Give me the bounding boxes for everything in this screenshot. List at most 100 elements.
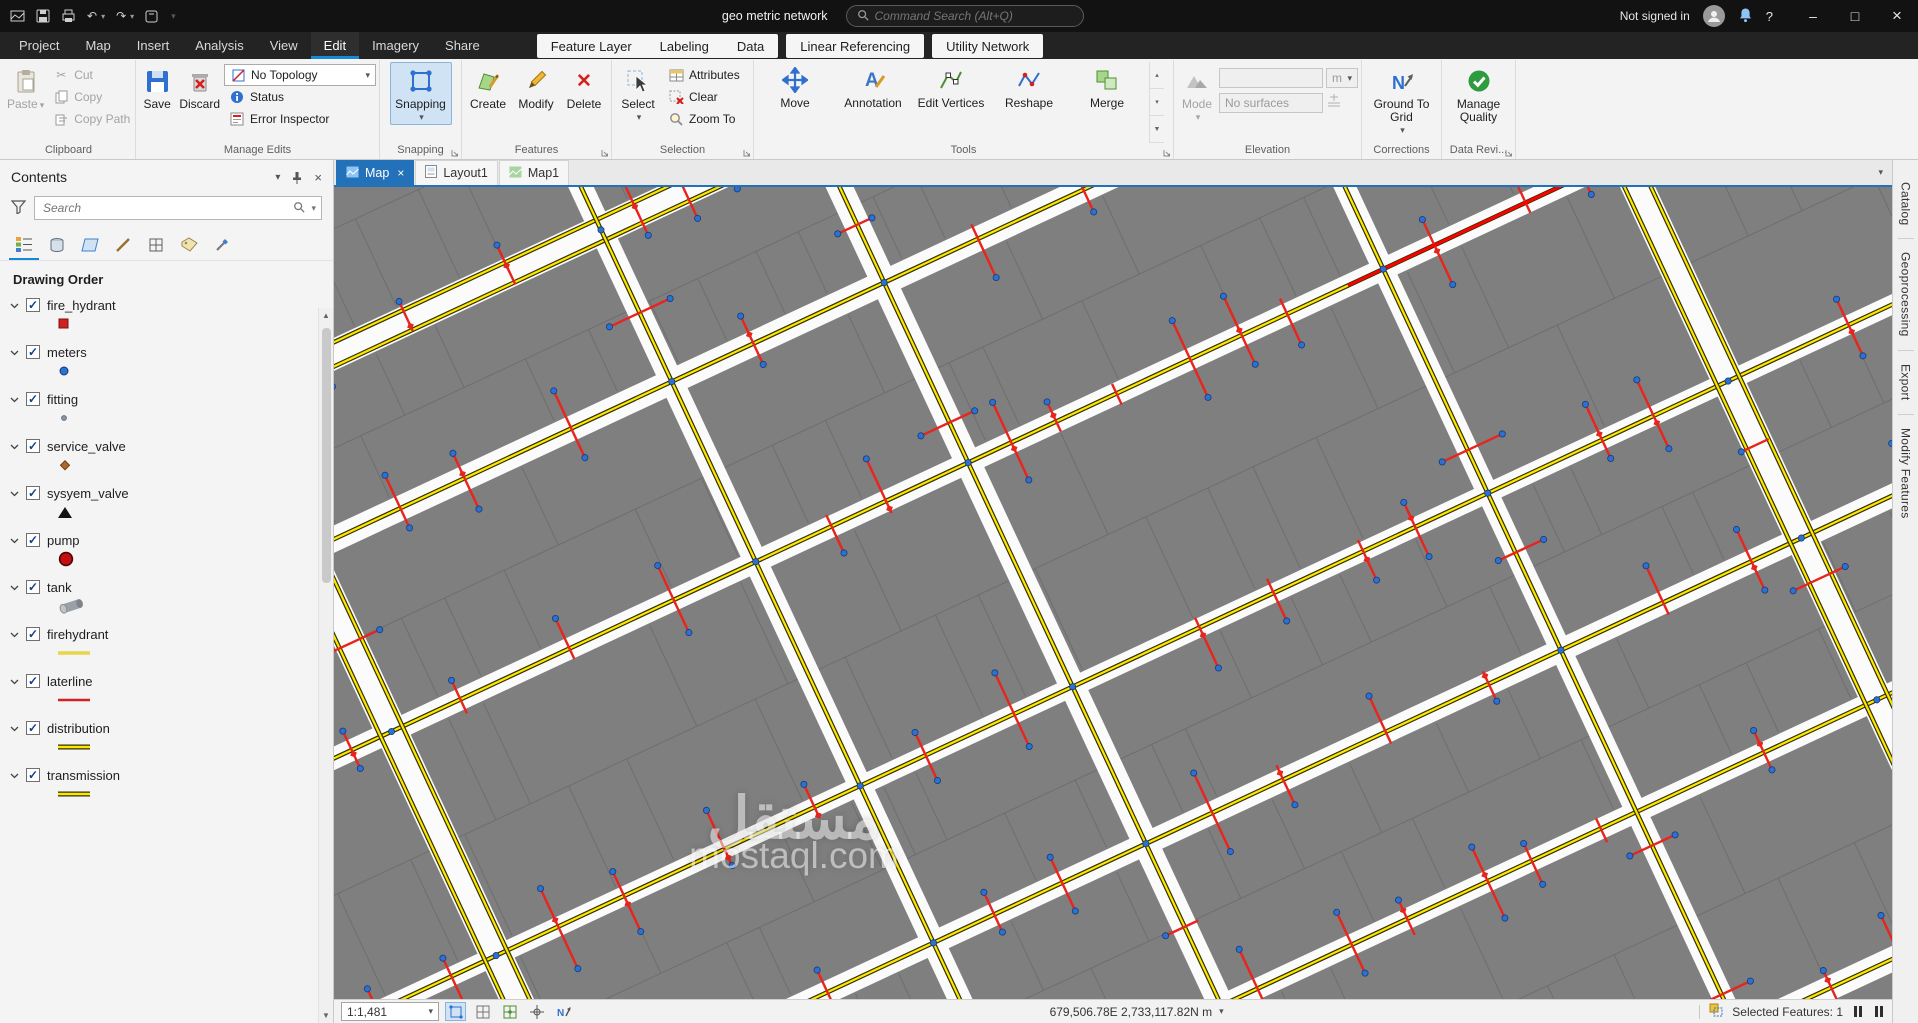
save-edits-button[interactable]: Save xyxy=(139,62,175,112)
layer-symbol[interactable] xyxy=(57,738,315,756)
edit-vertices-tool[interactable]: Edit Vertices xyxy=(913,62,989,143)
gallery-scroll-up-icon[interactable]: ▴ xyxy=(1150,62,1164,89)
layer-checkbox[interactable] xyxy=(26,392,40,406)
reshape-tool[interactable]: Reshape xyxy=(991,62,1067,143)
data-review-dialog-launcher-icon[interactable] xyxy=(1505,149,1513,157)
tools-dialog-launcher-icon[interactable] xyxy=(1163,149,1171,157)
layer-expand-icon[interactable] xyxy=(10,395,19,404)
layer-row[interactable]: transmission xyxy=(10,765,315,785)
grid-toggle-icon[interactable] xyxy=(472,1002,493,1021)
manage-quality-button[interactable]: Manage Quality xyxy=(1449,62,1509,125)
discard-edits-button[interactable]: Discard xyxy=(177,62,222,112)
snapping-toggle-icon[interactable] xyxy=(445,1002,466,1021)
filter-icon[interactable] xyxy=(10,199,27,217)
layer-symbol[interactable] xyxy=(57,550,315,568)
ribbon-tab-view[interactable]: View xyxy=(257,32,311,59)
tab-list-chevron-icon[interactable]: ▾ xyxy=(1869,160,1892,185)
pause-updates-icon[interactable] xyxy=(1873,1006,1885,1017)
command-search-input[interactable] xyxy=(874,9,1073,23)
layer-symbol[interactable] xyxy=(57,362,315,380)
topology-dropdown[interactable]: No Topology ▾ xyxy=(224,64,376,86)
pause-drawing-icon[interactable] xyxy=(1852,1006,1864,1017)
minimize-button[interactable]: – xyxy=(1792,0,1834,32)
merge-tool[interactable]: Merge xyxy=(1069,62,1145,143)
maximize-button[interactable]: □ xyxy=(1834,0,1876,32)
error-inspector-button[interactable]: Error Inspector xyxy=(224,108,376,130)
layer-symbol[interactable] xyxy=(57,644,315,662)
select-button[interactable]: Select ▾ xyxy=(615,62,661,125)
chevron-down-icon[interactable]: ▾ xyxy=(101,12,105,21)
touch-mode-icon[interactable] xyxy=(145,10,158,23)
layer-expand-icon[interactable] xyxy=(10,677,19,686)
layer-checkbox[interactable] xyxy=(26,486,40,500)
layer-checkbox[interactable] xyxy=(26,298,40,312)
layer-row[interactable]: distribution xyxy=(10,718,315,738)
layer-row[interactable]: fitting xyxy=(10,389,315,409)
delete-features-button[interactable]: ✕ Delete xyxy=(561,62,607,112)
layer-expand-icon[interactable] xyxy=(10,771,19,780)
dock-tab-catalog[interactable]: Catalog xyxy=(1899,172,1913,235)
ribbon-tab-map[interactable]: Map xyxy=(72,32,123,59)
layer-symbol[interactable] xyxy=(57,315,315,333)
layer-checkbox[interactable] xyxy=(26,345,40,359)
layer-expand-icon[interactable] xyxy=(10,536,19,545)
move-tool[interactable]: Move xyxy=(757,62,833,143)
dock-tab-modify-features[interactable]: Modify Features xyxy=(1899,418,1913,529)
scroll-down-icon[interactable]: ▼ xyxy=(319,1008,333,1023)
layer-row[interactable]: fire_hydrant xyxy=(10,295,315,315)
customize-qat-chevron-icon[interactable]: ▾ xyxy=(171,11,176,22)
ribbon-tab-linear-referencing[interactable]: Linear Referencing xyxy=(786,34,924,58)
ribbon-tab-share[interactable]: Share xyxy=(432,32,493,59)
layer-row[interactable]: tank xyxy=(10,577,315,597)
close-button[interactable]: × xyxy=(1876,0,1918,32)
modify-features-button[interactable]: Modify xyxy=(513,62,559,112)
view-tab-map1[interactable]: Map1 xyxy=(498,160,570,185)
tab-charts[interactable] xyxy=(207,229,237,260)
copy-button[interactable]: Copy xyxy=(48,86,135,108)
layer-row[interactable]: firehydrant xyxy=(10,624,315,644)
pane-menu-chevron-icon[interactable]: ▾ xyxy=(275,172,280,183)
selected-features-count[interactable]: Selected Features: 1 xyxy=(1732,1005,1843,1019)
layer-checkbox[interactable] xyxy=(26,768,40,782)
ribbon-tab-analysis[interactable]: Analysis xyxy=(182,32,256,59)
crosshair-icon[interactable] xyxy=(526,1002,547,1021)
zoom-to-button[interactable]: Zoom To xyxy=(663,108,745,130)
undo-button[interactable]: ↶ ▾ xyxy=(87,9,105,23)
ribbon-tab-data[interactable]: Data xyxy=(723,34,778,58)
layer-expand-icon[interactable] xyxy=(10,489,19,498)
layer-checkbox[interactable] xyxy=(26,580,40,594)
north-arrow-icon[interactable]: N xyxy=(553,1002,574,1021)
command-search[interactable] xyxy=(845,5,1084,27)
selection-dialog-launcher-icon[interactable] xyxy=(743,149,751,157)
layer-row[interactable]: laterline xyxy=(10,671,315,691)
contents-search-input[interactable] xyxy=(34,196,322,220)
close-pane-icon[interactable]: × xyxy=(314,170,322,185)
view-tab-layout1[interactable]: Layout1 xyxy=(415,160,498,185)
layer-expand-icon[interactable] xyxy=(10,442,19,451)
clear-selection-button[interactable]: Clear xyxy=(663,86,745,108)
status-button[interactable]: Status xyxy=(224,86,376,108)
layer-symbol[interactable] xyxy=(57,597,315,615)
contents-search[interactable]: ▾ xyxy=(34,196,322,220)
layer-expand-icon[interactable] xyxy=(10,348,19,357)
layer-row[interactable]: service_valve xyxy=(10,436,315,456)
print-icon[interactable] xyxy=(61,9,76,23)
create-features-button[interactable]: Create xyxy=(465,62,511,112)
layer-symbol[interactable] xyxy=(57,456,315,474)
layer-checkbox[interactable] xyxy=(26,439,40,453)
layer-symbol[interactable] xyxy=(57,503,315,521)
ribbon-tab-edit[interactable]: Edit xyxy=(310,32,360,59)
tab-snapping[interactable] xyxy=(141,229,171,260)
tab-drawing-order[interactable] xyxy=(9,229,39,260)
ribbon-tab-labeling[interactable]: Labeling xyxy=(646,34,723,58)
search-options-chevron-icon[interactable]: ▾ xyxy=(311,203,316,214)
layer-checkbox[interactable] xyxy=(26,721,40,735)
copy-path-button[interactable]: Copy Path xyxy=(48,108,135,130)
tab-data-source[interactable] xyxy=(42,229,72,260)
ribbon-tab-project[interactable]: Project xyxy=(6,32,72,59)
tab-editing[interactable] xyxy=(108,229,138,260)
help-icon[interactable]: ? xyxy=(1766,9,1773,24)
layer-checkbox[interactable] xyxy=(26,533,40,547)
ribbon-tab-insert[interactable]: Insert xyxy=(124,32,183,59)
save-project-icon[interactable] xyxy=(36,9,50,23)
